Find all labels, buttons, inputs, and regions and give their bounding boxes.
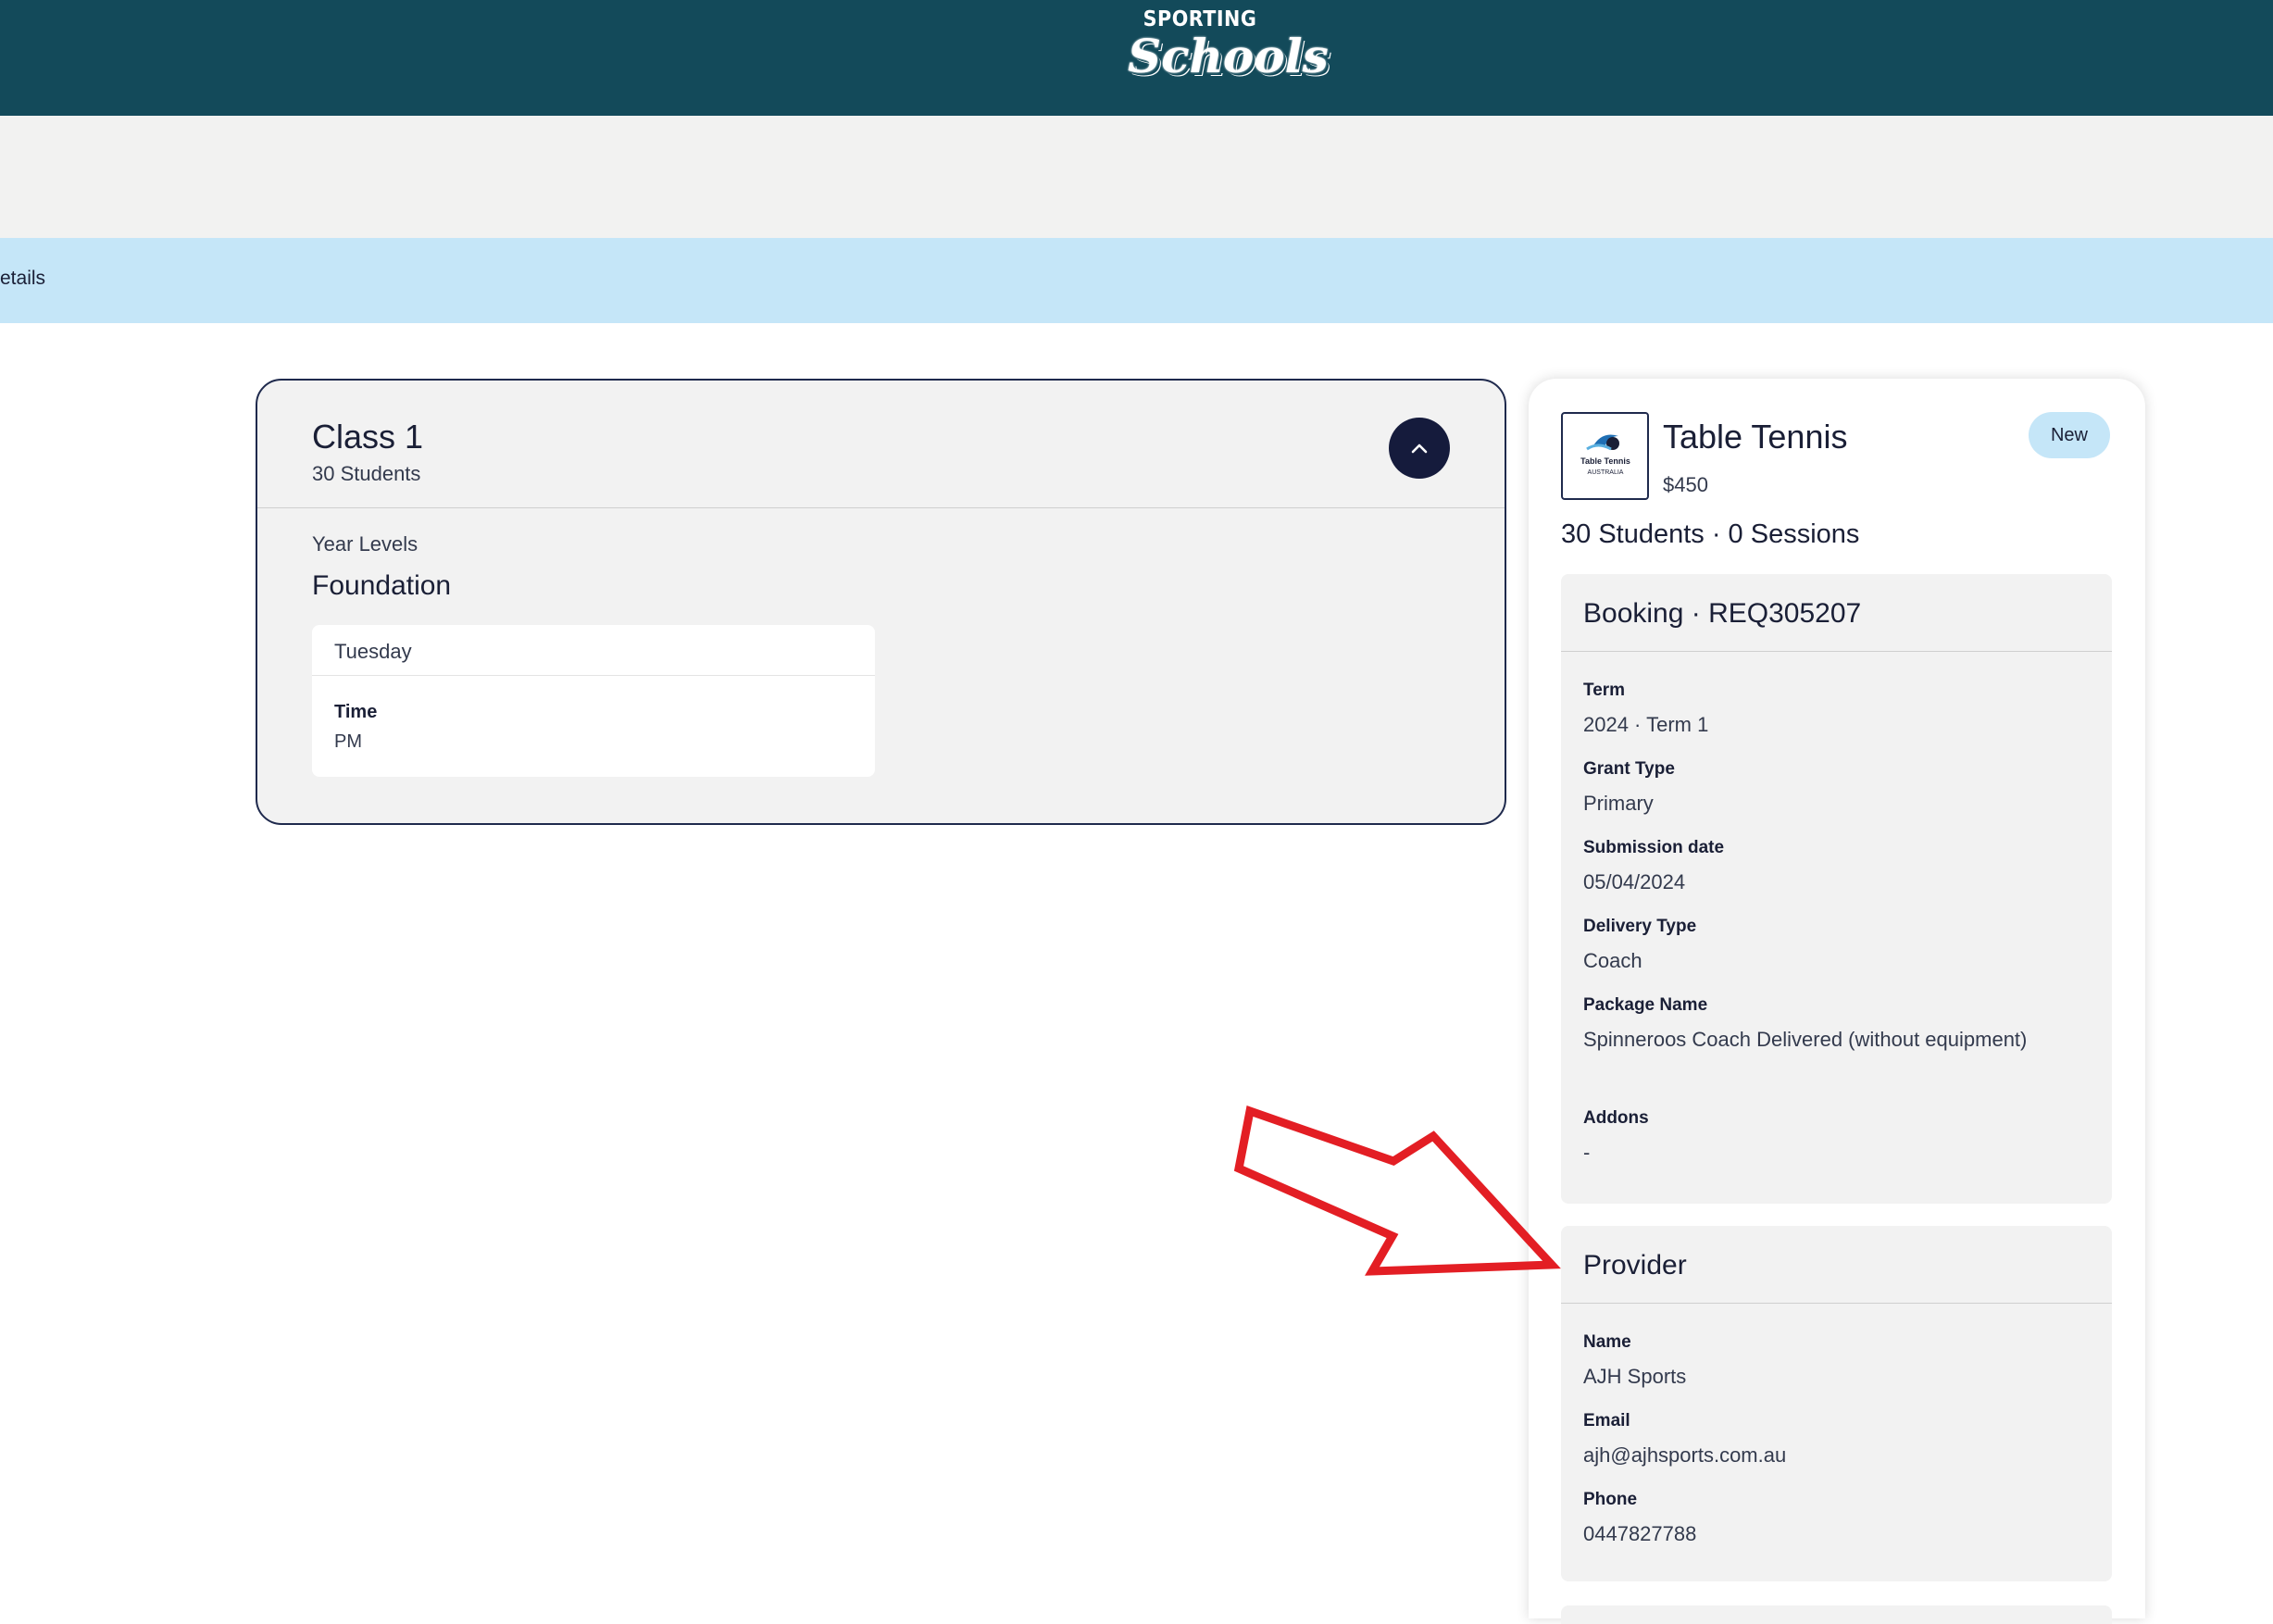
field-package-name: Package Name Spinneroos Coach Delivered … (1583, 995, 2083, 1056)
field-value: 2024 · Term 1 (1583, 713, 1709, 736)
sport-title: Table Tennis (1663, 418, 1848, 456)
time-label: Time (334, 702, 378, 722)
next-card (1561, 1605, 2112, 1624)
field-label: Addons (1583, 1108, 1649, 1128)
collapse-button[interactable] (1389, 418, 1450, 479)
class-card: Class 1 30 Students Year Levels Foundati… (256, 379, 1506, 825)
field-value: Primary (1583, 792, 1654, 815)
booking-title: Booking · REQ305207 (1583, 598, 1862, 629)
field-value: Spinneroos Coach Delivered (without equi… (1583, 1028, 2028, 1051)
field-submission-date: Submission date 05/04/2024 (1583, 838, 2083, 899)
sport-price: $450 (1663, 473, 1708, 496)
field-label: Grant Type (1583, 759, 1675, 779)
chevron-up-icon (1411, 443, 1428, 454)
table-tennis-logo-graphic: Table Tennis AUSTRALIA (1580, 434, 1630, 476)
field-label: Name (1583, 1332, 1631, 1352)
booking-summary-panel: Table Tennis AUSTRALIA Table Tennis $450… (1529, 379, 2145, 1624)
field-label: Term (1583, 681, 1626, 700)
table-tennis-australia-logo: Table Tennis AUSTRALIA (1561, 412, 1649, 500)
students-sessions-summary: 30 Students · 0 Sessions (1561, 519, 1860, 549)
class-title: Class 1 (312, 418, 424, 456)
field-value: AJH Sports (1583, 1365, 1687, 1388)
field-label: Package Name (1583, 995, 1708, 1015)
time-value: PM (334, 731, 362, 752)
provider-title: Provider (1583, 1250, 1687, 1280)
field-value: - (1583, 1141, 1591, 1164)
field-label: Delivery Type (1583, 917, 1697, 936)
field-provider-name: Name AJH Sports (1583, 1332, 2083, 1393)
booking-card: Booking · REQ305207 Term 2024 · Term 1 G… (1561, 574, 2112, 1204)
field-value[interactable]: 0447827788 (1583, 1518, 2083, 1551)
page-header-area (0, 116, 2273, 238)
field-term: Term 2024 · Term 1 (1583, 681, 2083, 742)
class-card-header[interactable]: Class 1 30 Students (257, 381, 1505, 508)
logo-big-text: Schools (1128, 29, 1329, 83)
sporting-schools-logo[interactable]: SPORTING Schools (1128, 7, 1329, 85)
field-label: Email (1583, 1411, 1630, 1430)
logo-text-line1: Table Tennis (1580, 456, 1630, 466)
top-nav-bar: SPORTING Schools (0, 0, 2273, 116)
year-levels-value: Foundation (312, 570, 452, 601)
red-arrow-annotation (1233, 1106, 1561, 1276)
status-badge: New (2029, 412, 2110, 458)
field-value: 05/04/2024 (1583, 870, 1686, 893)
field-addons: Addons - (1583, 1108, 2083, 1169)
booking-card-header: Booking · REQ305207 (1561, 574, 2112, 652)
field-grant-type: Grant Type Primary (1583, 759, 2083, 820)
schedule-day: Tuesday (334, 640, 412, 663)
tab-strip: etails (0, 238, 2273, 323)
field-value: Coach (1583, 949, 1642, 972)
divider (312, 675, 875, 676)
field-provider-phone: Phone 0447827788 (1583, 1490, 2083, 1551)
field-delivery-type: Delivery Type Coach (1583, 917, 2083, 978)
field-provider-email: Email ajh@ajhsports.com.au (1583, 1411, 2083, 1472)
tab-details[interactable]: etails (0, 268, 45, 290)
field-value[interactable]: ajh@ajhsports.com.au (1583, 1439, 2083, 1472)
logo-text-line2: AUSTRALIA (1588, 469, 1624, 476)
provider-card: Provider Name AJH Sports Email ajh@ajhsp… (1561, 1226, 2112, 1581)
provider-card-header: Provider (1561, 1226, 2112, 1304)
schedule-box: Tuesday Time PM (312, 625, 875, 777)
year-levels-label: Year Levels (312, 532, 418, 556)
field-label: Phone (1583, 1490, 1638, 1509)
class-student-count: 30 Students (312, 462, 421, 485)
field-label: Submission date (1583, 838, 1725, 857)
